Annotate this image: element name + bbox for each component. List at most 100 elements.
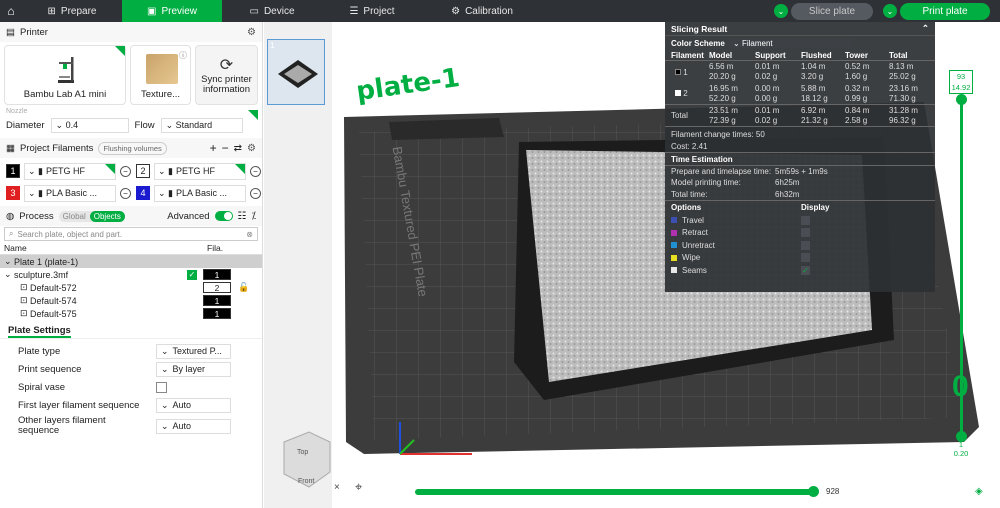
view-cube-front[interactable]: Front <box>298 478 314 485</box>
tab-project[interactable]: ☰ Project <box>322 0 422 22</box>
close-icon[interactable]: × <box>334 482 340 493</box>
slice-dropdown-icon[interactable]: ⌄ <box>774 4 788 18</box>
tab-prepare[interactable]: ⊞ Prepare <box>22 0 122 22</box>
part-icon: ⊡ <box>20 282 31 292</box>
print-sequence-select[interactable]: ⌄ By layer <box>156 361 231 377</box>
display-checkbox[interactable] <box>801 253 810 263</box>
layer-top-handle[interactable] <box>956 94 967 105</box>
cell: 0.99 g <box>845 93 868 103</box>
view-cube-top[interactable]: Top <box>297 449 308 456</box>
objects-option[interactable]: Objects <box>89 210 125 222</box>
remove-icon[interactable]: − <box>222 141 229 155</box>
cell: 0.52 m <box>845 62 870 71</box>
tree-row-plate[interactable]: ⌄ Plate 1 (plate-1) <box>0 255 262 268</box>
display-checkbox[interactable]: ✓ <box>801 265 810 275</box>
compare-icon[interactable]: ⁒ <box>252 211 257 222</box>
remove-filament-icon[interactable]: − <box>250 187 261 199</box>
flushing-volumes-button[interactable]: Flushing volumes <box>98 141 167 155</box>
tree-row-part[interactable]: ⊡ Default-575 1 <box>0 307 262 320</box>
setting-value: Auto <box>172 421 192 431</box>
color-scheme-select[interactable]: ⌄ Filament <box>729 38 851 48</box>
diameter-select[interactable]: ⌄ 0.4 <box>50 117 129 133</box>
first-layer-seq-select[interactable]: ⌄ Auto <box>156 397 231 413</box>
tab-device[interactable]: ▭ Device <box>222 0 322 22</box>
filament-select[interactable]: ⌄ ▮ PLA Basic ... <box>154 184 246 202</box>
filament-number[interactable]: 2 <box>203 282 231 293</box>
gear-icon[interactable]: ⚙ <box>247 143 256 154</box>
tab-calibration[interactable]: ⚙ Calibration <box>422 0 542 22</box>
plate-type-select[interactable]: ⌄ Textured P... <box>156 343 231 359</box>
clear-icon[interactable]: ⊗ <box>246 230 253 239</box>
home-icon[interactable]: ⌂ <box>0 0 22 22</box>
other-layers-seq-select[interactable]: ⌄ Auto <box>156 418 231 434</box>
fit-view-icon[interactable]: ⌖ <box>355 479 362 495</box>
gear-icon[interactable]: ⚙ <box>247 27 256 38</box>
tree-row-object[interactable]: ⌄ sculpture.3mf ✓ 1 <box>0 268 262 281</box>
filament-slot[interactable]: 2 ⌄ ▮ PETG HF − <box>136 162 261 180</box>
search-input[interactable]: ⌕ Search plate, object and part. ⊗ <box>4 227 258 241</box>
tree-row-label: Default-572 <box>30 282 77 293</box>
filament-name: PLA Basic ... <box>46 188 98 198</box>
tree-row-part[interactable]: ⊡ Default-572 2 🔓 <box>0 281 262 294</box>
scope-toggle[interactable]: Global Objects <box>58 210 125 222</box>
checkbox[interactable]: ✓ <box>187 269 197 280</box>
move-slider[interactable] <box>415 489 815 495</box>
tree-row-part[interactable]: ⊡ Default-574 1 <box>0 294 262 307</box>
filament-select[interactable]: ⌄ ▮ PETG HF <box>154 162 246 180</box>
advanced-toggle[interactable] <box>214 211 233 221</box>
remove-filament-icon[interactable]: − <box>120 187 131 199</box>
slice-plate-button[interactable]: Slice plate <box>791 2 873 20</box>
print-dropdown-icon[interactable]: ⌄ <box>883 4 897 18</box>
filament-select[interactable]: ⌄ ▮ PETG HF <box>24 162 116 180</box>
tree-row-label: sculpture.3mf <box>14 269 69 280</box>
layers-icon[interactable]: ◈ <box>975 486 983 497</box>
filament-number[interactable]: 1 <box>203 295 231 306</box>
filament-slot[interactable]: 3 ⌄ ▮ PLA Basic ... − <box>6 184 131 202</box>
remove-filament-icon[interactable]: − <box>120 165 131 177</box>
display-checkbox[interactable] <box>801 215 810 225</box>
tab-preview[interactable]: ▣ Preview <box>122 0 222 22</box>
corner-marker <box>115 46 125 56</box>
option-label: Seams <box>682 265 707 275</box>
remove-filament-icon[interactable]: − <box>250 165 261 177</box>
filament-select[interactable]: ⌄ ▮ PLA Basic ... <box>24 184 116 202</box>
spiral-vase-checkbox[interactable] <box>156 381 167 393</box>
global-option[interactable]: Global <box>59 211 90 222</box>
sync-printer-button[interactable]: ⟳ Sync printer information <box>195 45 258 105</box>
cell: 25.02 g <box>889 72 916 81</box>
filament-number[interactable]: 1 <box>203 308 231 319</box>
info-icon[interactable]: ⓘ <box>179 50 187 61</box>
printer-icon: ▤ <box>6 26 15 38</box>
option-label: Retract <box>682 228 708 238</box>
plate-type-name: Texture... <box>140 89 181 100</box>
plate-type-row: Plate type ⌄ Textured P... <box>0 342 262 360</box>
list-icon[interactable]: ☷ <box>238 211 247 222</box>
process-icon: ◍ <box>6 210 15 222</box>
collapse-icon[interactable]: ⌃ <box>922 23 929 34</box>
cell: 52.20 g <box>709 93 736 103</box>
sync-filament-icon[interactable]: ⇄ <box>234 143 242 154</box>
setting-value: Textured P... <box>172 346 222 356</box>
move-slider-handle[interactable] <box>808 486 819 497</box>
plate-card[interactable]: ⓘ Texture... <box>130 45 192 105</box>
time-value: 6h25m <box>775 178 800 187</box>
option-swatch <box>671 242 677 249</box>
filament-slot[interactable]: 1 ⌄ ▮ PETG HF − <box>6 162 131 180</box>
display-checkbox[interactable] <box>801 240 810 250</box>
lock-icon[interactable]: 🔓 <box>238 282 249 293</box>
sync-label: Sync printer information <box>201 74 252 95</box>
display-checkbox[interactable] <box>801 228 810 238</box>
print-plate-button[interactable]: Print plate <box>900 2 990 20</box>
print-sequence-row: Print sequence ⌄ By layer <box>0 360 262 378</box>
cell: 20.20 g <box>709 72 736 81</box>
slicing-result-panel: Slicing Result ⌃ Color Scheme ⌄ Filament F… <box>665 22 935 292</box>
option-swatch <box>671 267 677 274</box>
printer-card[interactable]: Bambu Lab A1 mini <box>4 45 126 105</box>
filament-slot[interactable]: 4 ⌄ ▮ PLA Basic ... − <box>136 184 261 202</box>
layer-slider[interactable]: 93 14.92 1 0.20 <box>949 70 973 462</box>
add-icon[interactable]: + <box>210 141 217 155</box>
cell: 0.02 g <box>755 72 778 81</box>
filament-number: 3 <box>6 186 20 200</box>
filament-number[interactable]: 1 <box>203 269 231 280</box>
flow-select[interactable]: ⌄ Standard <box>160 117 243 133</box>
